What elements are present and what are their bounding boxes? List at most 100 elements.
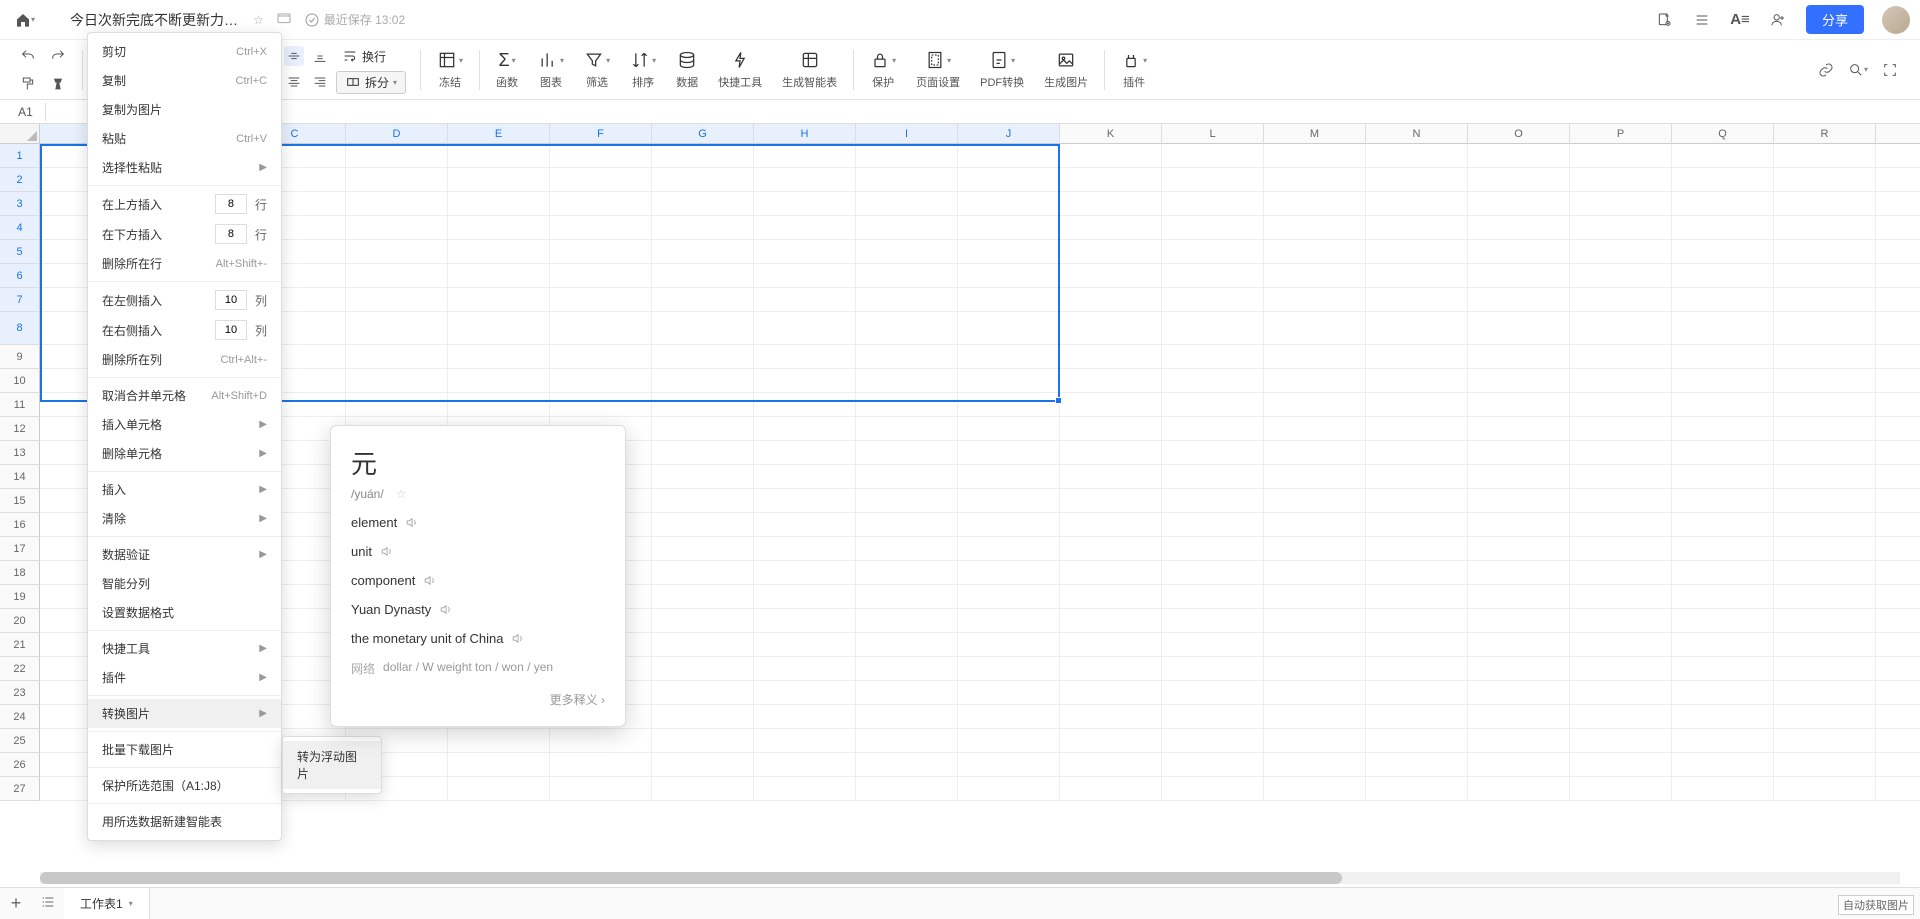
- cell[interactable]: [958, 513, 1060, 537]
- cell[interactable]: [1468, 777, 1570, 801]
- cell[interactable]: [1774, 393, 1876, 417]
- cell[interactable]: [1774, 312, 1876, 345]
- cell[interactable]: [652, 489, 754, 513]
- col-header-L[interactable]: L: [1162, 124, 1264, 144]
- cell[interactable]: [1570, 192, 1672, 216]
- cell[interactable]: [1570, 288, 1672, 312]
- cell[interactable]: [958, 777, 1060, 801]
- cell[interactable]: [1366, 369, 1468, 393]
- row-header-22[interactable]: 22: [0, 657, 40, 681]
- cell[interactable]: [754, 657, 856, 681]
- cell[interactable]: [1570, 393, 1672, 417]
- cell[interactable]: [1570, 144, 1672, 168]
- cell[interactable]: [346, 369, 448, 393]
- cell[interactable]: [1264, 609, 1366, 633]
- cell[interactable]: [1774, 681, 1876, 705]
- row-header-10[interactable]: 10: [0, 369, 40, 393]
- function-button[interactable]: Σ▾函数: [486, 49, 528, 90]
- cell[interactable]: [1876, 192, 1920, 216]
- cell[interactable]: [1672, 585, 1774, 609]
- cm-set-format[interactable]: 设置数据格式: [88, 598, 281, 627]
- row-header-4[interactable]: 4: [0, 216, 40, 240]
- cell[interactable]: [1264, 537, 1366, 561]
- cell[interactable]: [550, 144, 652, 168]
- cell[interactable]: [1366, 489, 1468, 513]
- cell[interactable]: [1876, 729, 1920, 753]
- cell[interactable]: [652, 609, 754, 633]
- cell[interactable]: [754, 168, 856, 192]
- cell[interactable]: [1162, 489, 1264, 513]
- cell[interactable]: [652, 441, 754, 465]
- cell[interactable]: [1366, 264, 1468, 288]
- insert-left-input[interactable]: [215, 290, 247, 310]
- cell[interactable]: [1162, 144, 1264, 168]
- cell[interactable]: [1570, 417, 1672, 441]
- cell[interactable]: [1366, 681, 1468, 705]
- protect-button[interactable]: ▾保护: [860, 49, 906, 90]
- row-header-19[interactable]: 19: [0, 585, 40, 609]
- cell[interactable]: [448, 264, 550, 288]
- cell[interactable]: [1570, 537, 1672, 561]
- cell[interactable]: [448, 369, 550, 393]
- cell[interactable]: [652, 633, 754, 657]
- cell[interactable]: [1876, 264, 1920, 288]
- cell[interactable]: [1570, 633, 1672, 657]
- cell[interactable]: [1060, 288, 1162, 312]
- cell[interactable]: [652, 417, 754, 441]
- cell[interactable]: [652, 753, 754, 777]
- cell[interactable]: [958, 168, 1060, 192]
- cell[interactable]: [346, 393, 448, 417]
- cell[interactable]: [1060, 417, 1162, 441]
- cell[interactable]: [1366, 561, 1468, 585]
- cell[interactable]: [1876, 465, 1920, 489]
- cell[interactable]: [754, 633, 856, 657]
- cell[interactable]: [1876, 705, 1920, 729]
- cell[interactable]: [1162, 753, 1264, 777]
- cell[interactable]: [1162, 729, 1264, 753]
- cell[interactable]: [1264, 240, 1366, 264]
- cell[interactable]: [1162, 681, 1264, 705]
- cell[interactable]: [1264, 393, 1366, 417]
- cell[interactable]: [1774, 561, 1876, 585]
- cell[interactable]: [1876, 513, 1920, 537]
- cell[interactable]: [1264, 144, 1366, 168]
- cell[interactable]: [448, 777, 550, 801]
- cm-insert-cell[interactable]: 插入单元格▶: [88, 410, 281, 439]
- share-button[interactable]: 分享: [1806, 5, 1864, 34]
- clear-format-button[interactable]: [48, 74, 68, 94]
- cell[interactable]: [1264, 681, 1366, 705]
- cell[interactable]: [1774, 240, 1876, 264]
- cell[interactable]: [1264, 561, 1366, 585]
- cell[interactable]: [1774, 168, 1876, 192]
- cell[interactable]: [856, 417, 958, 441]
- cell[interactable]: [1876, 585, 1920, 609]
- cell[interactable]: [1060, 777, 1162, 801]
- cell[interactable]: [1468, 168, 1570, 192]
- cell[interactable]: [448, 312, 550, 345]
- cell[interactable]: [1060, 609, 1162, 633]
- cell[interactable]: [652, 729, 754, 753]
- cell[interactable]: [1366, 513, 1468, 537]
- cell[interactable]: [1672, 240, 1774, 264]
- cell[interactable]: [652, 288, 754, 312]
- cell[interactable]: [346, 192, 448, 216]
- cell[interactable]: [1570, 369, 1672, 393]
- cell[interactable]: [754, 681, 856, 705]
- row-header-15[interactable]: 15: [0, 489, 40, 513]
- cell[interactable]: [1672, 312, 1774, 345]
- cell[interactable]: [550, 264, 652, 288]
- cell[interactable]: [1060, 393, 1162, 417]
- cell[interactable]: [1570, 345, 1672, 369]
- col-header-S[interactable]: S: [1876, 124, 1920, 144]
- cell[interactable]: [1774, 369, 1876, 393]
- cell[interactable]: [856, 585, 958, 609]
- cell[interactable]: [1264, 168, 1366, 192]
- row-header-3[interactable]: 3: [0, 192, 40, 216]
- cell[interactable]: [958, 312, 1060, 345]
- cell[interactable]: [550, 345, 652, 369]
- cell[interactable]: [550, 393, 652, 417]
- cm-cut[interactable]: 剪切Ctrl+X: [88, 37, 281, 66]
- cell[interactable]: [550, 753, 652, 777]
- cell[interactable]: [1162, 561, 1264, 585]
- cell[interactable]: [1264, 345, 1366, 369]
